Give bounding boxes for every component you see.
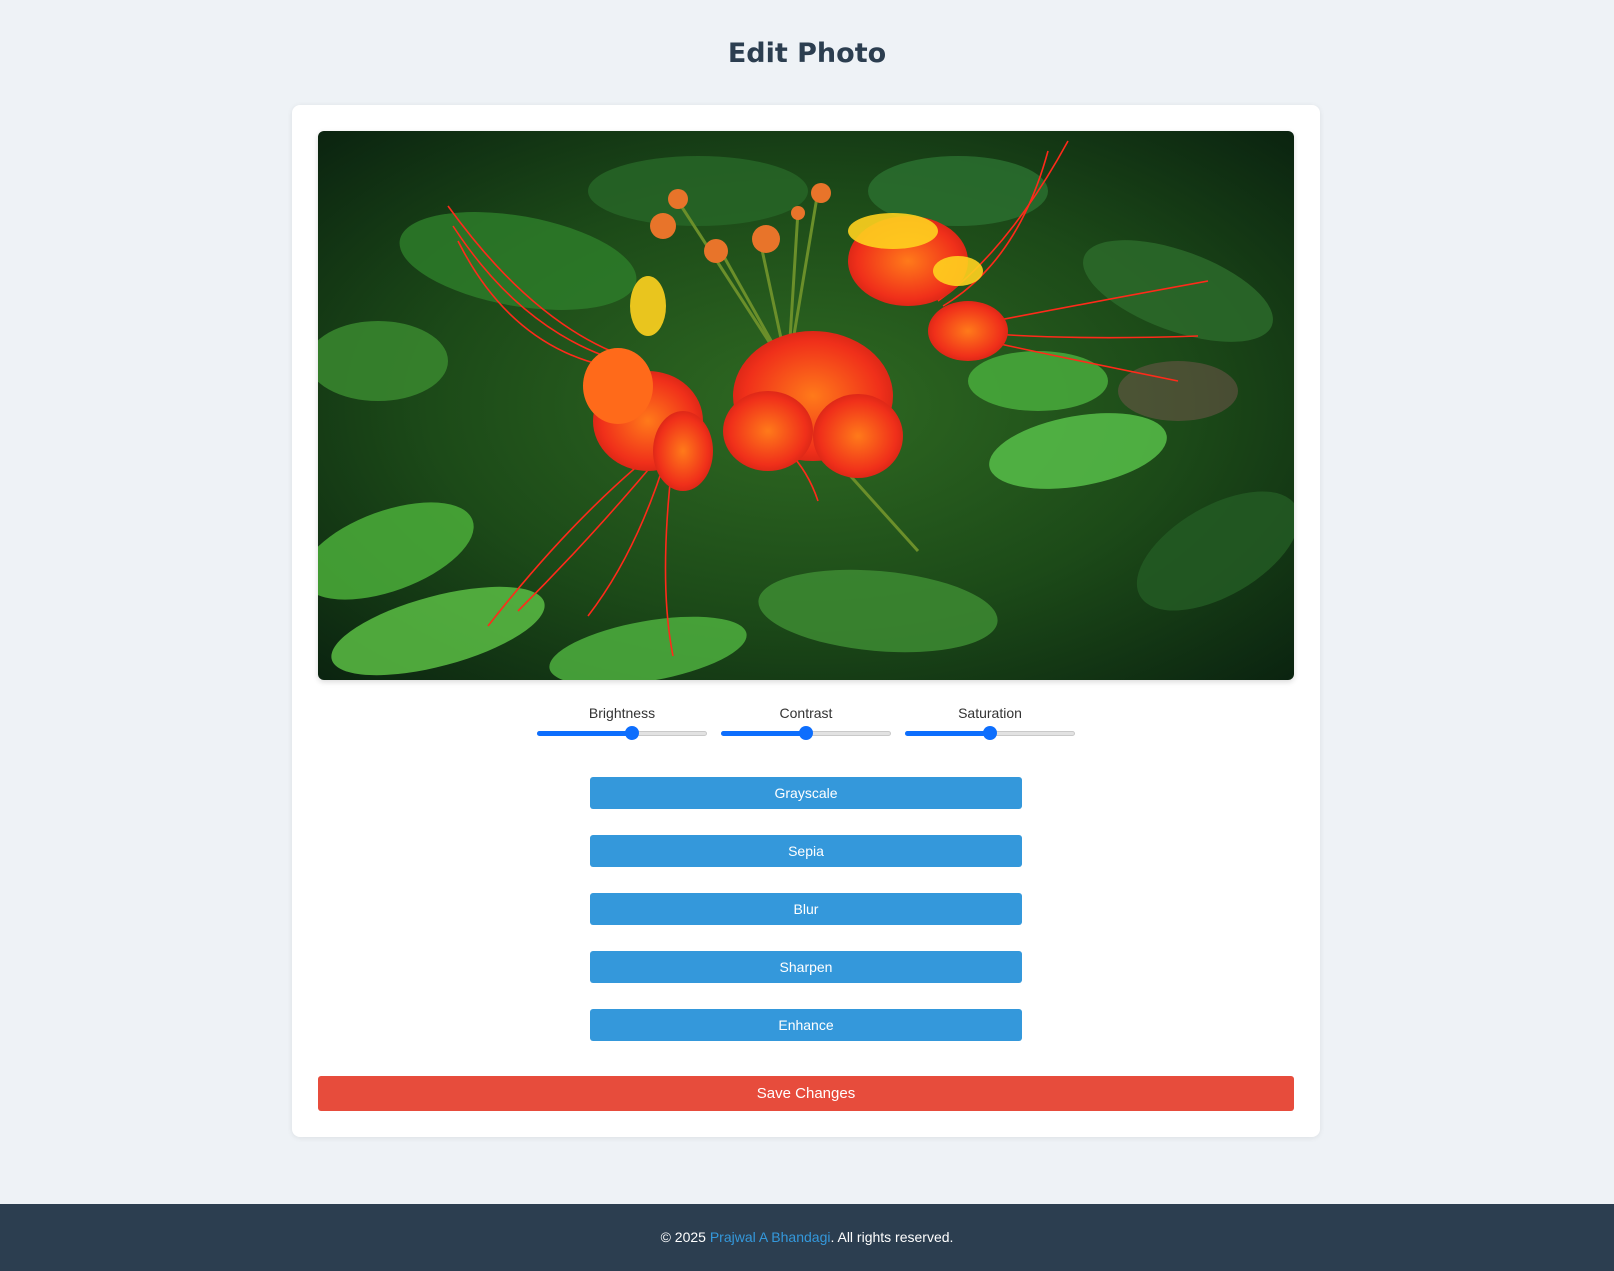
editor-card: Brightness Contrast Saturation Grayscale… xyxy=(292,105,1320,1137)
slider-thumb[interactable] xyxy=(799,726,813,740)
slider-fill xyxy=(537,731,633,736)
save-changes-button[interactable]: Save Changes xyxy=(318,1076,1294,1111)
sepia-button[interactable]: Sepia xyxy=(590,835,1022,867)
contrast-slider[interactable] xyxy=(721,726,891,740)
slider-fill xyxy=(905,731,990,736)
contrast-control: Contrast xyxy=(721,705,891,740)
grayscale-button[interactable]: Grayscale xyxy=(590,777,1022,809)
adjustment-controls: Brightness Contrast Saturation xyxy=(292,705,1320,740)
author-link[interactable]: Prajwal A Bhandagi xyxy=(710,1229,831,1245)
saturation-label: Saturation xyxy=(958,705,1022,721)
saturation-control: Saturation xyxy=(905,705,1075,740)
footer: © 2025 Prajwal A Bhandagi. All rights re… xyxy=(0,1204,1614,1271)
enhance-button[interactable]: Enhance xyxy=(590,1009,1022,1041)
brightness-label: Brightness xyxy=(588,705,656,721)
slider-fill xyxy=(721,731,806,736)
slider-thumb[interactable] xyxy=(983,726,997,740)
saturation-slider[interactable] xyxy=(905,726,1075,740)
page-title: Edit Photo xyxy=(727,38,887,69)
brightness-control: Brightness xyxy=(537,705,707,740)
contrast-label: Contrast xyxy=(779,705,833,721)
sharpen-button[interactable]: Sharpen xyxy=(590,951,1022,983)
photo-preview xyxy=(318,131,1294,680)
flower-photo xyxy=(318,131,1294,680)
filter-buttons: Grayscale Sepia Blur Sharpen Enhance xyxy=(590,777,1022,1067)
footer-copyright-suffix: . All rights reserved. xyxy=(830,1229,954,1245)
blur-button[interactable]: Blur xyxy=(590,893,1022,925)
slider-thumb[interactable] xyxy=(625,726,640,740)
footer-copyright-prefix: © 2025 xyxy=(660,1229,710,1245)
brightness-slider[interactable] xyxy=(537,726,707,740)
